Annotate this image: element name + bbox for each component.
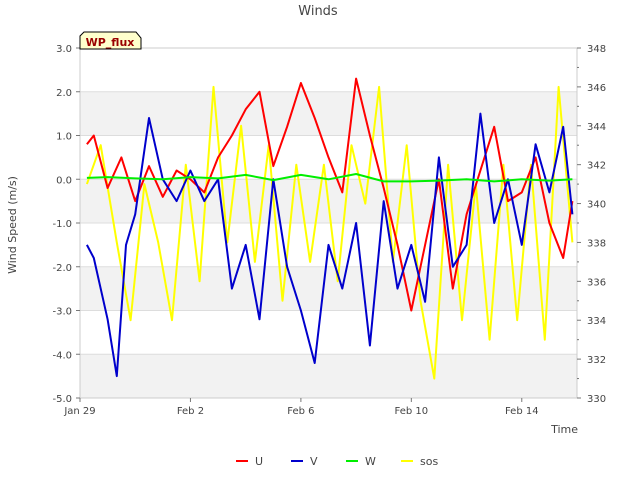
winds-chart: Winds -5.0 -4.0 -3.0 -2.0 -1.0 0.0 1.0 2.0 3.0 3… [6, 4, 606, 468]
background-band [80, 91, 577, 136]
y-axis-label: Wind Speed (m/s) [6, 176, 19, 274]
chart-title: Winds [298, 4, 338, 19]
legend-label-sos: sos [420, 455, 438, 468]
y2-tick-label: 336 [587, 277, 606, 288]
legend-label-w: W [365, 455, 376, 468]
x-axis-label: Time [550, 423, 578, 436]
legend-label-u: U [255, 455, 263, 468]
y-axis-left: -5.0 -4.0 -3.0 -2.0 -1.0 0.0 1.0 2.0 3.0 [52, 44, 80, 405]
y2-tick-label: 340 [587, 200, 606, 211]
x-tick-label: Feb 14 [505, 406, 539, 417]
y-axis-right: 330 332 334 336 338 340 342 344 346 348 [577, 44, 606, 405]
y-tick-label: -1.0 [52, 219, 72, 230]
background-band [80, 48, 577, 92]
y-tick-label: 0.0 [56, 175, 72, 186]
y2-tick-label: 348 [587, 44, 606, 55]
background-band [80, 266, 577, 311]
x-tick-label: Feb 10 [395, 406, 429, 417]
y-tick-label: 2.0 [56, 88, 72, 99]
y2-tick-label: 338 [587, 238, 606, 249]
y2-tick-label: 346 [587, 83, 606, 94]
background-band [80, 354, 577, 398]
x-tick-label: Feb 2 [177, 406, 204, 417]
chart-container: Winds -5.0 -4.0 -3.0 -2.0 -1.0 0.0 1.0 2.0 3.0 3… [0, 0, 640, 480]
x-axis: Jan 29 Feb 2 Feb 6 Feb 10 Feb 14 [63, 398, 539, 417]
wp-flux-badge: WP_flux [79, 31, 142, 50]
legend: U V Wsos [236, 455, 438, 468]
y2-tick-label: 332 [587, 355, 606, 366]
y-tick-label: -2.0 [52, 263, 72, 274]
y2-tick-label: 342 [587, 161, 606, 172]
background-band [80, 310, 577, 355]
x-tick-label: Feb 6 [287, 406, 314, 417]
badge-label: WP_flux [86, 36, 135, 49]
y-tick-label: -3.0 [52, 307, 72, 318]
y-tick-label: 1.0 [56, 132, 72, 143]
legend-label-v: V [310, 455, 318, 468]
y2-tick-label: 334 [587, 316, 606, 327]
y-tick-label: 3.0 [56, 44, 72, 55]
x-tick-label: Jan 29 [63, 406, 95, 417]
y2-tick-label: 344 [587, 122, 606, 133]
y-tick-label: -5.0 [52, 394, 72, 405]
y-tick-label: -4.0 [52, 350, 72, 361]
y2-tick-label: 330 [587, 394, 606, 405]
